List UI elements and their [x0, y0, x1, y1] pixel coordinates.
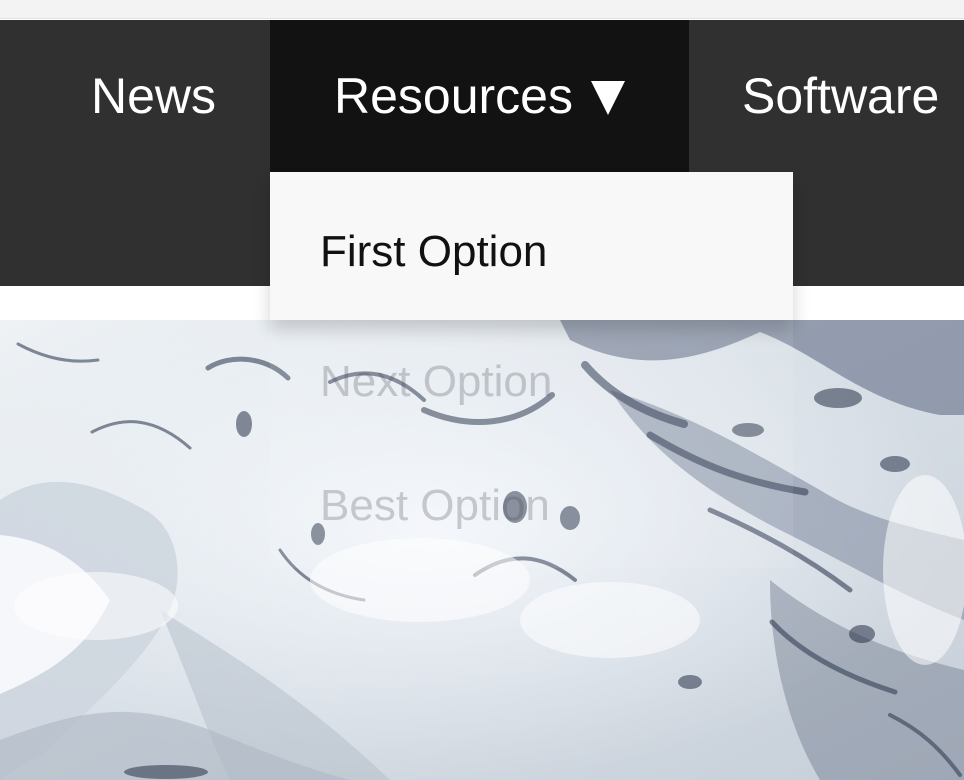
dropdown-item-best-option[interactable]: Best Option — [270, 444, 793, 568]
nav-item-software[interactable]: Software — [742, 20, 964, 172]
next-option-label: Next Option — [320, 357, 553, 406]
page: News Resources Software First Option Nex… — [0, 0, 964, 780]
dropdown-item-next-option[interactable]: Next Option — [270, 320, 793, 444]
nav-resources-label: Resources — [334, 68, 573, 124]
best-option-label: Best Option — [320, 481, 550, 530]
nav-item-resources[interactable]: Resources — [270, 20, 689, 172]
nav-software-label: Software — [742, 68, 940, 124]
resources-dropdown-menu: First Option Next Option Best Option — [270, 172, 793, 568]
first-option-label: First Option — [320, 227, 548, 276]
caret-down-icon — [591, 81, 625, 115]
browser-top-strip — [0, 0, 964, 19]
nav-item-news[interactable]: News — [0, 20, 270, 172]
nav-news-label: News — [90, 68, 216, 124]
dropdown-item-first-option[interactable]: First Option — [270, 172, 793, 320]
